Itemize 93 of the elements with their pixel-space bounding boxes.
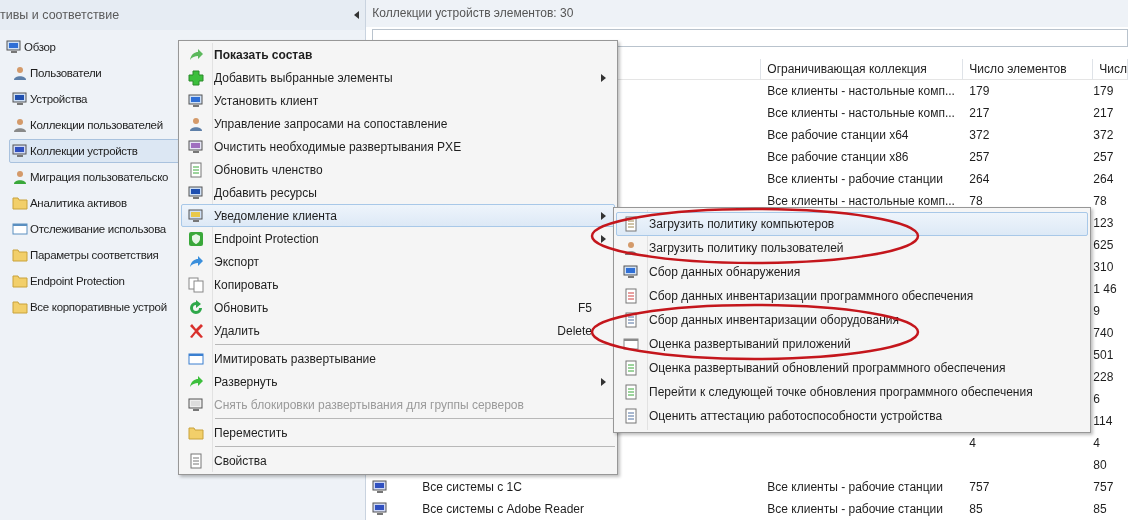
computer-icon [6, 39, 22, 55]
table-cell: 80 [1093, 458, 1107, 472]
table-cell: Все клиенты - рабочие станции [767, 502, 944, 516]
person-icon [12, 169, 28, 185]
column-header[interactable]: Числ [1093, 59, 1128, 80]
table-cell: 264 [1093, 172, 1114, 186]
table-cell: 114 [1093, 414, 1113, 428]
document-icon [623, 288, 639, 304]
table-cell: 179 [1093, 84, 1114, 98]
table-cell: Все клиенты - рабочие станции [767, 172, 944, 186]
document-icon [623, 312, 639, 328]
menu-item[interactable]: Переместить [181, 421, 615, 444]
pane-title: тивы и соответствие [0, 8, 120, 22]
table-cell: Все системы с Adobe Reader [422, 502, 584, 516]
document-icon [188, 161, 204, 178]
table-cell: 257 [1093, 150, 1114, 164]
table-cell: 6 [1093, 392, 1100, 406]
table-cell: 757 [969, 480, 990, 494]
folder-icon [12, 247, 28, 263]
delete-icon [188, 322, 204, 339]
computer-icon [188, 138, 204, 155]
table-cell: 9 [1093, 304, 1100, 318]
plus-icon [188, 69, 204, 86]
menu-item[interactable]: Уведомление клиента [181, 204, 615, 227]
shield-icon [188, 230, 204, 247]
menu-item[interactable]: Загрузить политику пользователей [616, 236, 1088, 260]
computer-icon [188, 184, 204, 201]
table-cell: 372 [969, 128, 990, 142]
table-cell: 4 [969, 436, 976, 450]
table-cell: 1 46 [1093, 282, 1117, 296]
computer-icon [188, 396, 204, 413]
table-cell: 123 [1093, 216, 1114, 230]
table-cell: Все клиенты - настольные комп... [767, 106, 955, 120]
table-cell: 217 [1093, 106, 1114, 120]
document-icon [623, 360, 639, 376]
table-cell: 501 [1093, 348, 1114, 362]
person-icon [188, 115, 204, 132]
table-cell: Все рабочие станции x64 [767, 128, 909, 142]
document-icon [623, 384, 639, 400]
table-cell: 257 [969, 150, 990, 164]
table-cell: Все клиенты - рабочие станции [767, 480, 944, 494]
menu-item[interactable]: Развернуть [181, 370, 615, 393]
device-collection-icon [372, 479, 389, 495]
menu-item[interactable]: Оценить аттестацию работоспособности устройства [616, 404, 1088, 428]
document-icon [188, 452, 204, 469]
folder-icon [12, 299, 28, 315]
table-cell: 4 [1093, 436, 1100, 450]
table-cell: Все клиенты - настольные комп... [767, 84, 955, 98]
computer-icon [188, 92, 204, 109]
folder-icon [12, 195, 28, 211]
person-icon [12, 117, 28, 133]
table-cell: 179 [969, 84, 990, 98]
table-cell: 757 [1093, 480, 1114, 494]
table-cell: 310 [1093, 260, 1114, 274]
copy-icon [188, 276, 204, 293]
table-cell: 85 [969, 502, 983, 516]
table-cell: 625 [1093, 238, 1114, 252]
table-cell: 228 [1093, 370, 1114, 384]
list-title: Коллекции устройств элементов: 30 [366, 0, 1128, 27]
menu-item[interactable]: Свойства [181, 449, 615, 472]
document-icon [623, 216, 639, 232]
caret-icon [354, 11, 360, 19]
menu-item[interactable]: Оценка развертываний приложений [616, 332, 1088, 356]
menu-item[interactable]: Загрузить политику компьютеров [616, 212, 1088, 236]
window-icon [623, 336, 639, 352]
table-cell: 372 [1093, 128, 1114, 142]
device-collection-icon [372, 501, 389, 517]
computer-icon [12, 91, 28, 107]
menu-item[interactable]: Имитировать развертывание [181, 347, 615, 370]
refresh-icon [188, 299, 204, 316]
column-header[interactable]: Ограничивающая коллекция [761, 59, 964, 80]
folder-icon [12, 273, 28, 289]
table-cell: Все клиенты - настольные комп... [767, 194, 955, 208]
document-icon [623, 408, 639, 424]
table-cell: 85 [1093, 502, 1107, 516]
computer-icon [12, 143, 28, 159]
table-cell: Все рабочие станции x86 [767, 150, 909, 164]
menu-item[interactable]: Перейти к следующей точке обновления программного обеспечения [616, 380, 1088, 404]
table-cell: 740 [1093, 326, 1114, 340]
table-cell: 264 [969, 172, 990, 186]
person-icon [12, 65, 28, 81]
folder-icon [188, 424, 204, 441]
window-icon [12, 221, 28, 237]
window-icon [188, 350, 204, 367]
table-cell: 78 [969, 194, 983, 208]
computer-icon [623, 264, 639, 280]
menu-item[interactable]: Удалить Delete [181, 319, 615, 342]
table-cell: 78 [1093, 194, 1107, 208]
computer-icon [188, 207, 204, 224]
table-cell: 217 [969, 106, 990, 120]
column-header[interactable]: Число элементов [963, 59, 1094, 80]
menu-item[interactable]: Сбор данных инвентаризации оборудования [616, 308, 1088, 332]
table-cell: Все системы с 1С [422, 480, 522, 494]
